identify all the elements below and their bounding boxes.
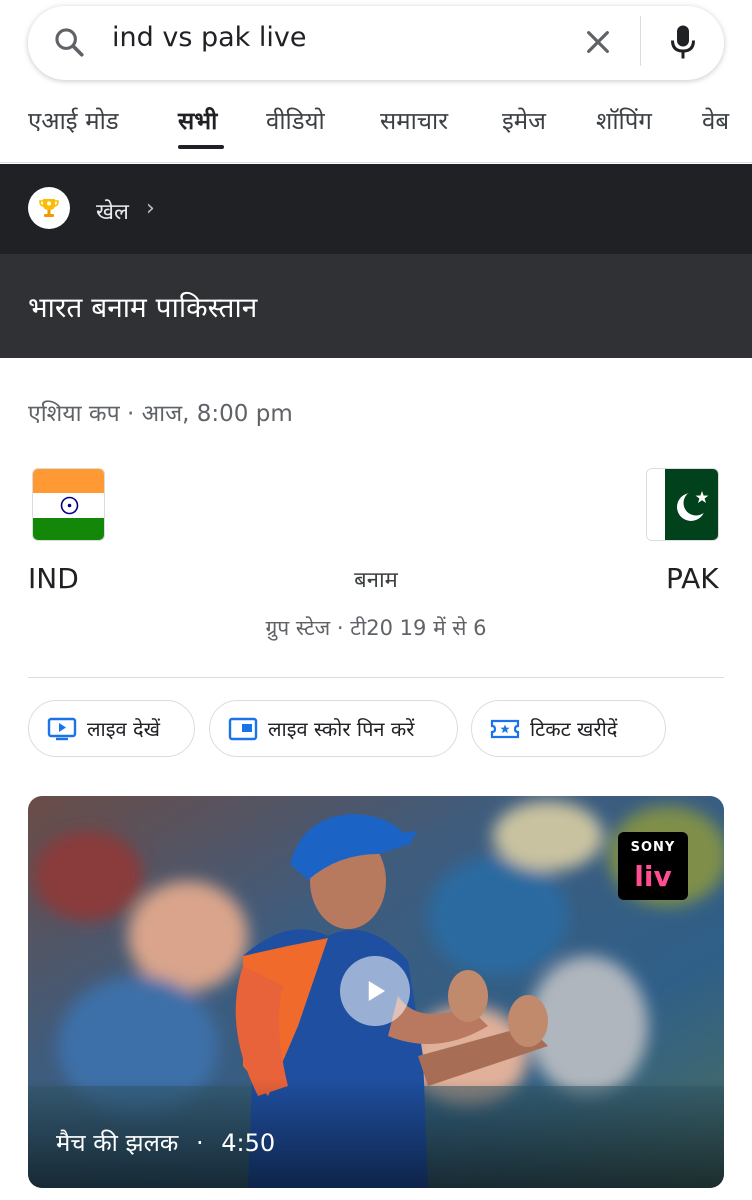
sony-logo-text: SONY [630, 840, 676, 855]
microphone-icon[interactable] [668, 24, 698, 60]
pakistan-flag-icon[interactable] [646, 468, 719, 541]
tab-videos[interactable]: वीडियो [266, 104, 325, 137]
ticket-icon [490, 719, 520, 738]
play-icon [368, 981, 385, 1001]
search-divider [640, 16, 641, 66]
search-tabs: एआई मोड सभी वीडियो समाचार इमेज शॉपिंग वे… [0, 96, 752, 164]
divider [0, 162, 752, 163]
tab-shopping[interactable]: शॉपिंग [596, 104, 652, 137]
india-flag-icon[interactable] [32, 468, 105, 541]
active-tab-indicator [178, 145, 224, 149]
video-caption: मैच की झलक · 4:50 [56, 1126, 275, 1159]
buy-tickets-button[interactable]: टिकट खरीदें [471, 700, 666, 757]
sports-label: खेल [96, 200, 129, 225]
buy-tickets-label: टिकट खरीदें [530, 717, 618, 741]
video-title: मैच की झलक [56, 1129, 179, 1157]
versus-label: बनाम [354, 568, 398, 593]
play-button[interactable] [340, 956, 410, 1026]
liv-logo-text: liv [634, 860, 672, 893]
trophy-icon [28, 187, 70, 229]
chevron-right-icon: › [146, 196, 155, 221]
match-meta: एशिया कप · आज, 8:00 pm [28, 401, 293, 427]
tab-all[interactable]: सभी [178, 104, 217, 137]
tab-web[interactable]: वेब [702, 104, 729, 137]
video-duration: 4:50 [221, 1129, 276, 1157]
search-input[interactable]: ind vs pak live [112, 22, 306, 53]
search-icon [55, 28, 84, 57]
sony-liv-logo: SONY liv [618, 832, 688, 900]
team2-name[interactable]: PAK [666, 562, 719, 595]
pin-live-score-label: लाइव स्कोर पिन करें [268, 717, 415, 741]
match-title: भारत बनाम पाकिस्तान [28, 291, 258, 324]
match-title-bar: भारत बनाम पाकिस्तान [0, 254, 752, 358]
watch-live-button[interactable]: लाइव देखें [28, 700, 195, 757]
highlights-video[interactable]: SONY liv मैच की झलक · 4:50 [28, 796, 724, 1188]
tab-ai-mode[interactable]: एआई मोड [28, 104, 119, 137]
divider [28, 677, 724, 678]
live-tv-icon [47, 717, 77, 740]
sports-header[interactable]: खेल › [0, 164, 752, 254]
tab-images[interactable]: इमेज [502, 104, 546, 137]
close-icon[interactable] [582, 26, 614, 58]
watch-live-label: लाइव देखें [87, 717, 161, 741]
pin-live-score-button[interactable]: लाइव स्कोर पिन करें [209, 700, 458, 757]
caption-separator: · [196, 1129, 204, 1157]
tab-news[interactable]: समाचार [380, 104, 448, 137]
match-stage: ग्रुप स्टेज · टी20 19 में से 6 [265, 616, 487, 640]
pin-score-icon [228, 717, 258, 740]
